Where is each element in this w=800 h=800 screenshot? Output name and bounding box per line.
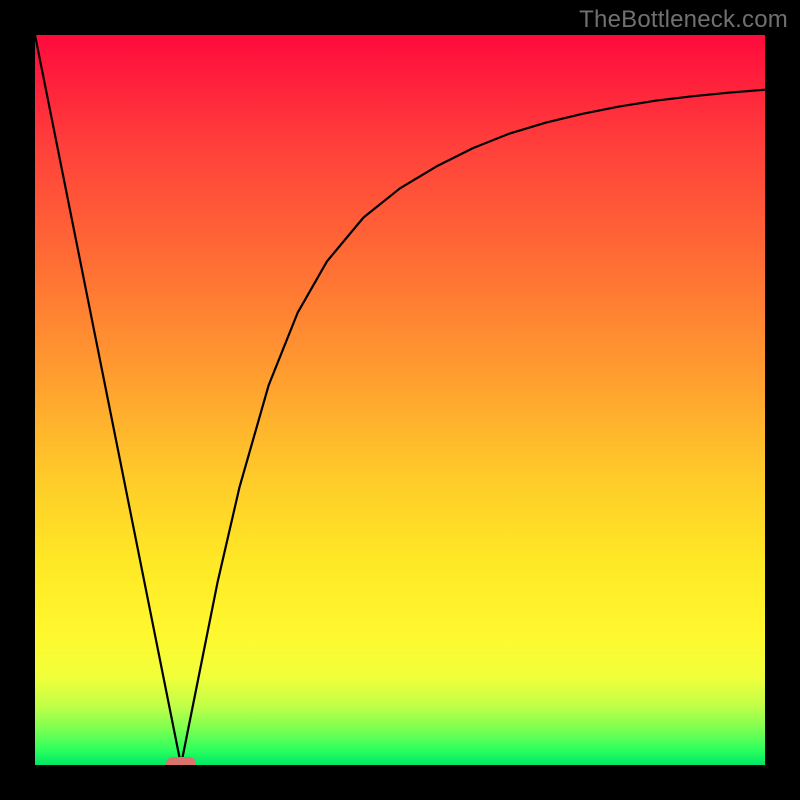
optimum-marker: [166, 757, 196, 765]
plot-area: [35, 35, 765, 765]
chart-frame: TheBottleneck.com: [0, 0, 800, 800]
bottleneck-curve: [35, 35, 765, 765]
curve-layer: [35, 35, 765, 765]
watermark-text: TheBottleneck.com: [579, 6, 788, 34]
